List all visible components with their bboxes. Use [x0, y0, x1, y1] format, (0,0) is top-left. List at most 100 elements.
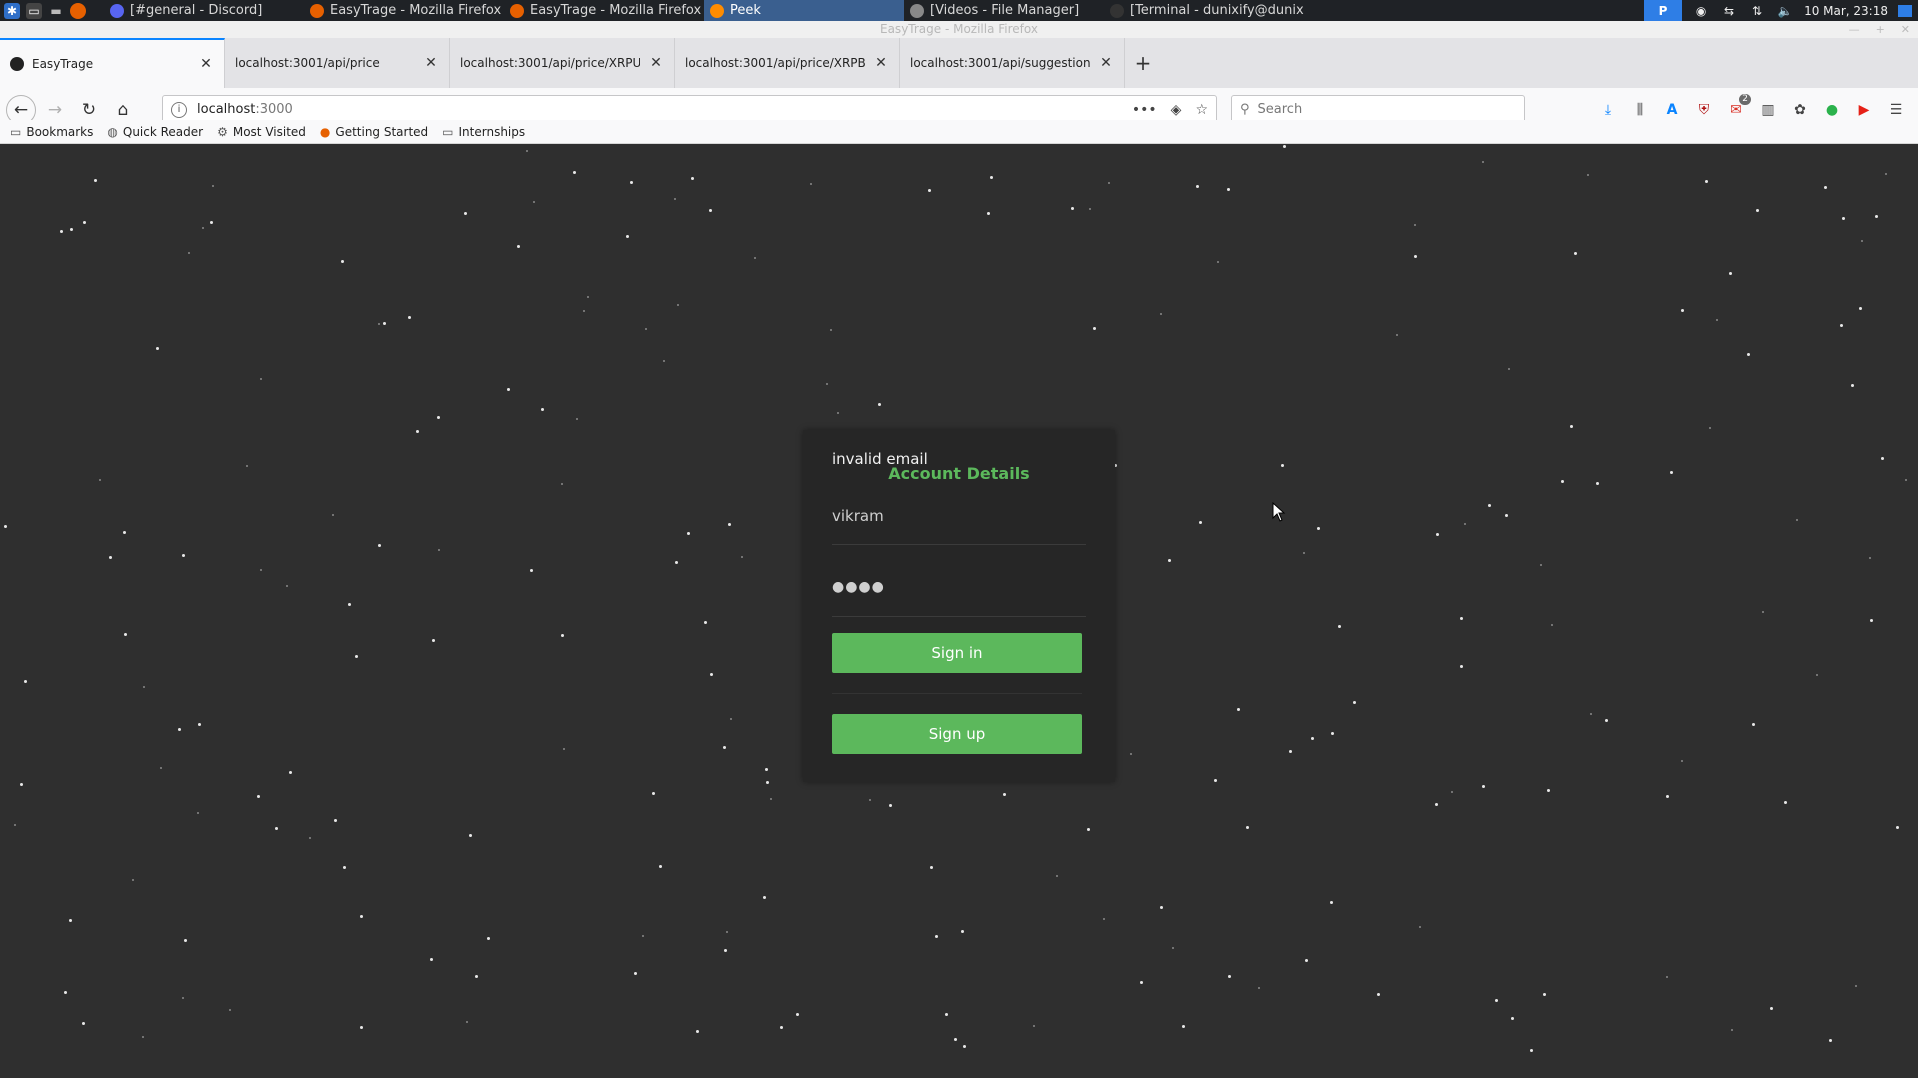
network-tray-icon[interactable]: ⇆ — [1720, 3, 1738, 19]
star-dot — [837, 412, 839, 414]
star-dot — [1796, 519, 1798, 521]
star-dot — [830, 329, 832, 331]
sign-in-button[interactable]: Sign in — [832, 633, 1082, 673]
taskbar-window-5[interactable]: [Terminal - dunixify@dunixif... — [1104, 0, 1304, 21]
updown-tray-icon[interactable]: ⇅ — [1748, 3, 1766, 19]
star-dot — [1246, 826, 1249, 829]
star-dot — [1331, 732, 1334, 735]
star-dot — [408, 316, 411, 319]
star-dot — [348, 603, 351, 606]
site-info-icon[interactable]: i — [171, 101, 187, 118]
star-dot — [4, 525, 7, 528]
star-dot — [1829, 1039, 1832, 1042]
url-text[interactable]: localhost:3000 — [197, 102, 1132, 117]
star-dot — [1228, 975, 1231, 978]
menu-icon[interactable]: ☰ — [1886, 100, 1906, 120]
star-dot — [1283, 145, 1286, 148]
star-dot — [663, 360, 665, 362]
star-dot — [634, 972, 637, 975]
star-dot — [723, 746, 726, 749]
star-dot — [99, 479, 101, 481]
star-dot — [430, 958, 433, 961]
bookmark-1[interactable]: ◍ Quick Reader — [107, 125, 203, 139]
volume-icon[interactable]: 🔈 — [1776, 3, 1794, 19]
star-dot — [1303, 552, 1305, 554]
tab-4[interactable]: localhost:3001/api/suggestions ✕ — [900, 38, 1125, 88]
pocket-icon[interactable]: ◈ — [1171, 102, 1182, 118]
bookmark-2[interactable]: ⚙ Most Visited — [217, 125, 306, 139]
peek-tray-icon[interactable]: P — [1644, 0, 1683, 21]
youtube-extension-icon[interactable]: ▶ — [1854, 100, 1874, 120]
star-dot — [1605, 719, 1608, 722]
firefox-launcher-icon[interactable] — [70, 2, 86, 19]
minimize-icon[interactable]: — — [1849, 21, 1860, 38]
star-dot — [212, 185, 214, 187]
sign-up-button[interactable]: Sign up — [832, 714, 1082, 754]
app-menu-icon[interactable]: ✱ — [4, 2, 20, 19]
star-dot — [475, 975, 478, 978]
page-actions-icon[interactable]: ••• — [1132, 102, 1157, 118]
tab-strip: EasyTrage ✕ localhost:3001/api/price ✕ local… — [0, 38, 1918, 88]
star-dot — [1574, 252, 1577, 255]
star-dot — [1330, 901, 1333, 904]
tab-0[interactable]: EasyTrage ✕ — [0, 38, 225, 88]
close-window-icon[interactable]: ✕ — [1901, 21, 1910, 38]
window-controls: — + ✕ — [1849, 21, 1910, 38]
clock[interactable]: 10 Mar, 23:18 — [1804, 4, 1888, 18]
green-extension-icon[interactable]: ● — [1822, 100, 1842, 120]
star-dot — [289, 771, 292, 774]
star-dot — [1056, 875, 1058, 877]
tab-close-icon[interactable]: ✕ — [873, 55, 889, 71]
translate-icon[interactable]: A — [1662, 100, 1682, 120]
star-dot — [437, 416, 440, 419]
tab-1[interactable]: localhost:3001/api/price ✕ — [225, 38, 450, 88]
bookmark-4[interactable]: ▭ Internships — [442, 125, 525, 139]
new-tab-button[interactable]: + — [1125, 38, 1161, 88]
tab-favicon-icon — [10, 57, 24, 71]
star-dot — [1570, 425, 1573, 428]
star-dot — [1289, 750, 1292, 753]
username-field[interactable]: vikram — [832, 507, 1086, 545]
star-dot — [1905, 479, 1907, 481]
taskbar-window-4[interactable]: [Videos - File Manager] — [904, 0, 1104, 21]
star-dot — [69, 919, 72, 922]
password-field[interactable]: ●●●● — [832, 579, 1086, 617]
star-dot — [360, 1026, 363, 1029]
tab-close-icon[interactable]: ✕ — [198, 56, 214, 72]
taskbar-window-0[interactable]: [#general - Discord] — [104, 0, 304, 21]
star-dot — [1305, 959, 1308, 962]
discord-tray-icon[interactable]: ◉ — [1692, 3, 1710, 19]
star-dot — [257, 795, 260, 798]
taskbar-window-1[interactable]: EasyTrage - Mozilla Firefox — [304, 0, 504, 21]
window-app-icon — [510, 3, 524, 18]
taskbar-window-3[interactable]: Peek — [704, 0, 904, 21]
tab-close-icon[interactable]: ✕ — [423, 55, 439, 71]
gmail-icon[interactable]: ✉ 2 — [1726, 93, 1751, 120]
file-manager-launcher-icon[interactable]: ▬ — [48, 3, 64, 19]
star-dot — [1160, 906, 1163, 909]
search-input[interactable]: Search — [1258, 102, 1303, 117]
bookmark-star-icon[interactable]: ☆ — [1195, 102, 1208, 118]
star-dot — [1861, 240, 1863, 242]
window-app-icon — [310, 3, 324, 18]
ublock-icon[interactable]: ⛨ — [1694, 100, 1714, 120]
bookmark-0[interactable]: ▭ Bookmarks — [10, 125, 93, 139]
sidebar-icon[interactable]: ▥ — [1758, 100, 1778, 120]
tab-2[interactable]: localhost:3001/api/price/XRPUSD ✕ — [450, 38, 675, 88]
tab-3[interactable]: localhost:3001/api/price/XRPBTC ✕ — [675, 38, 900, 88]
taskbar-window-2[interactable]: EasyTrage - Mozilla Firefox (... — [504, 0, 704, 21]
extension-icon[interactable]: ✿ — [1790, 100, 1810, 120]
star-dot — [709, 209, 712, 212]
star-dot — [677, 304, 679, 306]
gear-icon: ⚙ — [217, 124, 228, 139]
maximize-icon[interactable]: + — [1876, 21, 1885, 38]
star-dot — [341, 260, 344, 263]
bookmark-3[interactable]: ● Getting Started — [320, 125, 428, 139]
tab-close-icon[interactable]: ✕ — [648, 55, 664, 71]
terminal-launcher-icon[interactable]: ▭ — [26, 2, 42, 19]
library-icon[interactable]: ⫼ — [1630, 100, 1650, 120]
downloads-icon[interactable]: ⤓ — [1598, 100, 1618, 120]
show-desktop-icon[interactable] — [1898, 4, 1912, 17]
tab-close-icon[interactable]: ✕ — [1098, 55, 1114, 71]
star-dot — [83, 221, 86, 224]
